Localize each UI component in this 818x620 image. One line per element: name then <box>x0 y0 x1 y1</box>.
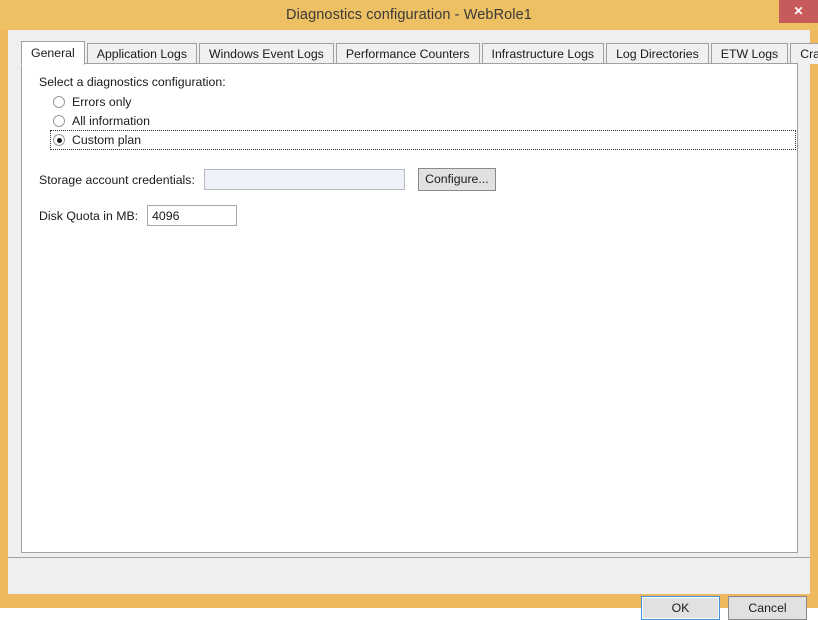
tab-panel-general: Select a diagnostics configuration: Erro… <box>21 63 798 553</box>
disk-quota-row: Disk Quota in MB: <box>39 205 237 226</box>
storage-credentials-label: Storage account credentials: <box>39 173 195 187</box>
configuration-group-label: Select a diagnostics configuration: <box>39 75 226 89</box>
window-title: Diagnostics configuration - WebRole1 <box>0 0 818 30</box>
radio-custom-plan[interactable]: Custom plan <box>51 131 795 149</box>
title-bar: Diagnostics configuration - WebRole1 ✕ <box>0 0 818 30</box>
storage-credentials-row: Storage account credentials: Configure..… <box>39 168 496 191</box>
cancel-button[interactable]: Cancel <box>728 596 807 620</box>
radio-circle-icon <box>53 115 65 127</box>
tab-application-logs[interactable]: Application Logs <box>87 43 197 64</box>
configure-button[interactable]: Configure... <box>418 168 496 191</box>
tab-etw-logs[interactable]: ETW Logs <box>711 43 788 64</box>
ok-button[interactable]: OK <box>641 596 720 620</box>
radio-all-information-label: All information <box>72 114 150 128</box>
dialog-window: Diagnostics configuration - WebRole1 ✕ G… <box>0 0 818 608</box>
close-icon[interactable]: ✕ <box>779 0 818 23</box>
radio-custom-plan-label: Custom plan <box>72 133 141 147</box>
tab-windows-event-logs[interactable]: Windows Event Logs <box>199 43 334 64</box>
radio-errors-only-label: Errors only <box>72 95 131 109</box>
disk-quota-label: Disk Quota in MB: <box>39 209 138 223</box>
client-area: General Application Logs Windows Event L… <box>8 30 810 594</box>
radio-errors-only[interactable]: Errors only <box>53 93 131 111</box>
radio-circle-filled-icon <box>53 134 65 146</box>
tab-strip: General Application Logs Windows Event L… <box>21 41 818 64</box>
storage-credentials-input[interactable] <box>204 169 405 190</box>
tab-infrastructure-logs[interactable]: Infrastructure Logs <box>482 43 605 64</box>
dialog-footer: OK Cancel <box>8 558 810 594</box>
tab-log-directories[interactable]: Log Directories <box>606 43 709 64</box>
tab-general[interactable]: General <box>21 41 85 65</box>
tab-crash-dumps[interactable]: Crash Dumps <box>790 43 818 64</box>
disk-quota-input[interactable] <box>147 205 237 226</box>
tab-performance-counters[interactable]: Performance Counters <box>336 43 480 64</box>
radio-circle-icon <box>53 96 65 108</box>
radio-all-information[interactable]: All information <box>53 112 150 130</box>
